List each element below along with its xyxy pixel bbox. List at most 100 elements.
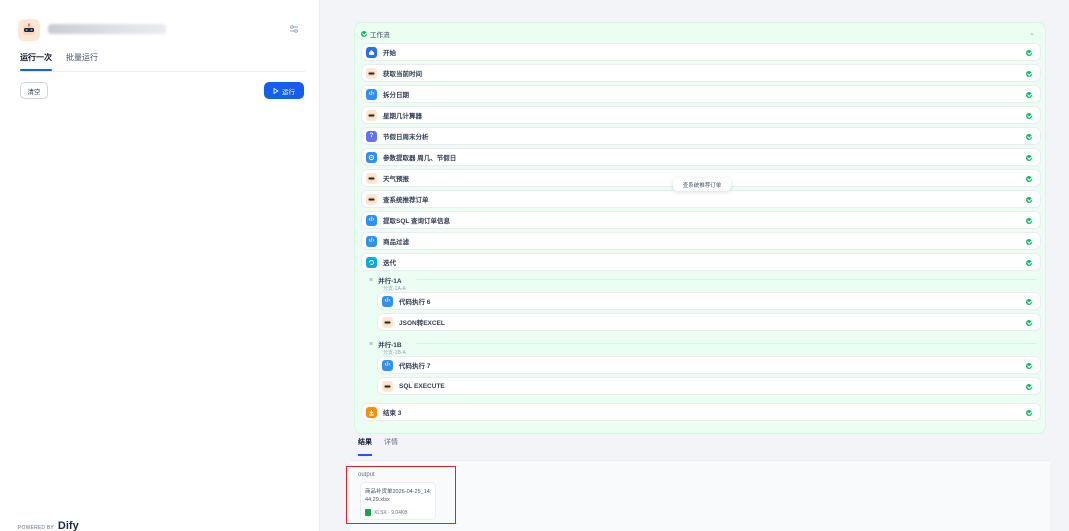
code-icon: ‹/› [366, 235, 377, 247]
tool-avatar-icon [366, 109, 377, 121]
result-tabs: 结果 详情 [358, 437, 398, 456]
node-label: SQL EXECUTE [399, 382, 445, 390]
parallel-a-header[interactable]: ≡ 并行-1A [369, 275, 402, 286]
check-icon [1026, 134, 1032, 140]
powered-by[interactable]: POWERED BY Dify [18, 520, 79, 531]
node-code-exec-7[interactable]: ‹/› 代码执行 7 [377, 356, 1041, 374]
check-icon [1026, 197, 1032, 203]
node-weekday-calc[interactable]: 星期几计算器 [361, 106, 1041, 124]
run-mode-tabs: 运行一次 批量运行 [20, 52, 98, 71]
tab-batch-run[interactable]: 批量运行 [66, 52, 98, 68]
check-icon [1026, 113, 1032, 119]
tool-avatar-icon [382, 380, 393, 392]
check-icon [1026, 176, 1032, 182]
tab-detail[interactable]: 详情 [384, 437, 398, 451]
workflow-title: 工作流 [370, 32, 390, 39]
parallel-a-divider [417, 279, 1037, 280]
tool-avatar-icon [366, 193, 377, 205]
node-label: 节假日周末分析 [383, 134, 429, 141]
node-extract-sql[interactable]: ‹/› 提取SQL 查询订单信息 [361, 211, 1041, 229]
node-label: 商品过滤 [383, 239, 409, 246]
node-label: 参数提取器 周几、节假日 [383, 155, 457, 162]
node-label: 代码执行 7 [399, 363, 431, 370]
clear-button-label: 清空 [27, 88, 41, 96]
node-iteration[interactable]: 迭代 [361, 253, 1041, 271]
home-icon [366, 46, 377, 58]
clear-button[interactable]: 清空 [20, 82, 48, 99]
node-sql-execute[interactable]: SQL EXECUTE [377, 377, 1041, 395]
check-icon [1026, 384, 1032, 390]
tab-result[interactable]: 结果 [358, 437, 372, 456]
left-panel: 运行一次 批量运行 清空 运行 POWERED BY Dify [0, 0, 320, 531]
run-button-label: 运行 [282, 88, 295, 96]
file-meta: XLSX · 9.04KB [365, 509, 408, 516]
app-title-redacted [48, 24, 166, 34]
node-code-exec-6[interactable]: ‹/› 代码执行 6 [377, 292, 1041, 310]
parallel-a-branch: 分支-1A-A [383, 286, 406, 292]
iteration-icon [366, 256, 377, 268]
dify-logo: Dify [57, 520, 79, 531]
node-label: 结束 3 [383, 410, 402, 417]
node-recommend-orders[interactable]: 查系统推荐订单 [361, 190, 1041, 208]
node-label: 天气预报 [383, 176, 409, 183]
check-icon [1026, 155, 1032, 161]
tool-avatar-icon [366, 67, 377, 79]
end-icon [366, 406, 377, 418]
check-icon [1026, 363, 1032, 369]
parallel-handle-icon: ≡ [369, 340, 374, 348]
right-panel: 工作流 ⌄ 开始 获取当前时间 ‹/› 拆分日期 星期几计算器 ? 节假日周末分… [346, 0, 1059, 531]
code-icon: ‹/› [366, 214, 377, 226]
output-file-card[interactable]: 商品补货单2026-04-25_14:44:29.xlsx XLSX · 9.0… [360, 482, 436, 520]
node-label: 获取当前时间 [383, 71, 422, 78]
workflow-process-card: 工作流 ⌄ 开始 获取当前时间 ‹/› 拆分日期 星期几计算器 ? 节假日周末分… [354, 22, 1046, 434]
code-icon: ‹/› [382, 295, 393, 307]
file-name: 商品补货单2026-04-25_14:44:29.xlsx [365, 489, 432, 503]
node-split-date[interactable]: ‹/› 拆分日期 [361, 85, 1041, 103]
node-label: 星期几计算器 [383, 113, 422, 120]
node-product-filter[interactable]: ‹/› 商品过滤 [361, 232, 1041, 250]
node-parameter-extractor[interactable]: 参数提取器 周几、节假日 [361, 148, 1041, 166]
check-icon [1026, 218, 1032, 224]
check-icon [1026, 410, 1032, 416]
tabs-divider [18, 71, 305, 72]
check-icon [1026, 71, 1032, 77]
xlsx-file-icon [365, 509, 371, 516]
node-holiday-analysis[interactable]: ? 节假日周末分析 [361, 127, 1041, 145]
workflow-header[interactable]: 工作流 ⌄ [361, 29, 1039, 39]
powered-by-text: POWERED BY [18, 525, 54, 531]
node-label: 提取SQL 查询订单信息 [383, 218, 451, 225]
check-icon [1026, 92, 1032, 98]
chevron-down-icon[interactable]: ⌄ [1029, 29, 1035, 37]
tool-avatar-icon [382, 316, 393, 328]
parallel-b-header[interactable]: ≡ 并行-1B [369, 339, 402, 350]
node-json-to-excel[interactable]: JSON转EXCEL [377, 313, 1041, 331]
code-icon: ‹/› [366, 88, 377, 100]
check-icon [1026, 50, 1032, 56]
node-label: 开始 [383, 50, 396, 57]
node-end[interactable]: 结束 3 [361, 403, 1041, 421]
parallel-handle-icon: ≡ [369, 276, 374, 284]
parameter-extractor-icon [366, 151, 377, 163]
node-label: 代码执行 6 [399, 299, 431, 306]
parallel-b-divider [417, 343, 1037, 344]
check-icon [1026, 260, 1032, 266]
sliders-icon[interactable] [288, 23, 300, 35]
run-button[interactable]: 运行 [264, 82, 304, 99]
node-label: JSON转EXCEL [399, 320, 445, 327]
tab-run-once[interactable]: 运行一次 [20, 52, 52, 71]
node-start[interactable]: 开始 [361, 43, 1041, 61]
node-get-time[interactable]: 获取当前时间 [361, 64, 1041, 82]
parallel-a-title: 并行-1A [378, 278, 402, 285]
tool-avatar-icon [366, 172, 377, 184]
question-classifier-icon: ? [366, 130, 377, 142]
play-icon [273, 87, 279, 94]
check-icon [1026, 320, 1032, 326]
output-label: output [358, 472, 375, 478]
node-label: 拆分日期 [383, 92, 409, 99]
check-icon [1026, 299, 1032, 305]
file-meta-text: XLSX · 9.04KB [374, 509, 408, 516]
parallel-b-branch: 分支-1B-A [383, 350, 406, 356]
code-icon: ‹/› [382, 359, 393, 371]
node-tooltip: 查系统推荐订单 [673, 178, 731, 191]
app-header [18, 17, 306, 41]
